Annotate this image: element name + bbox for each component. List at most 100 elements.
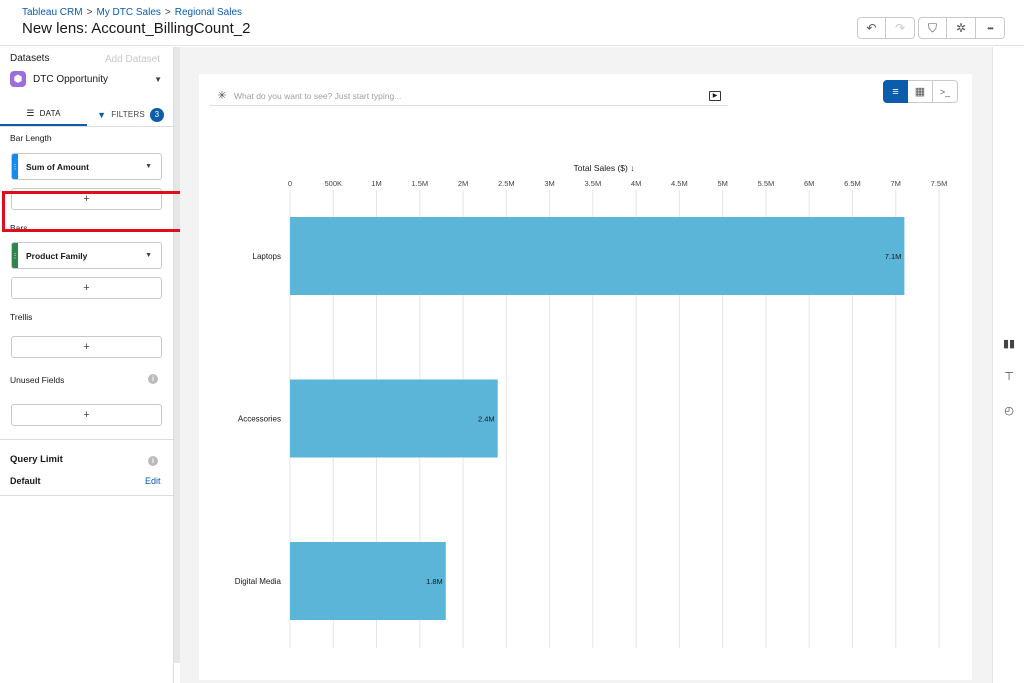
breadcrumb-link-tableau-crm[interactable]: Tableau CRM [22,7,83,18]
x-tick-label: 7.5M [931,179,948,188]
x-tick-label: 5.5M [758,179,775,188]
bar-digital-media[interactable] [290,542,446,620]
tab-data-label: DATA [39,109,61,118]
bar-length-label: Bar Length [10,133,52,143]
lens-actions-group: ⛉ ✲ ••• [918,17,1005,39]
x-tick-label: 1M [371,179,381,188]
redo-button[interactable]: ↷ [886,17,915,39]
breadcrumb-separator: > [86,7,93,18]
dataset-selector[interactable]: ⬢ DTC Opportunity ▼ [10,69,162,89]
panel-tabs: ☰ DATA ▼ FILTERS 3 [0,103,174,127]
lens-header: Tableau CRM > My DTC Sales > Regional Sa… [0,0,1024,46]
bars-field[interactable]: ⋮ Product Family ▼ [11,242,162,269]
add-icon: + [83,409,90,421]
bar-length-field-name: Sum of Amount [26,161,89,172]
x-tick-label: 4M [631,179,641,188]
terminal-icon: >_ [939,86,951,97]
x-tick-label: 4.5M [671,179,688,188]
x-tick-label: 500K [325,179,343,188]
x-tick-label: 2.5M [498,179,515,188]
add-grouping-button[interactable]: + [11,277,162,299]
chart-format-icon[interactable]: ▮▮ [1003,337,1015,350]
right-toolbar [992,47,1024,683]
add-trellis-button[interactable]: + [11,336,162,358]
table-view-button[interactable]: ▦ [908,80,933,103]
bars-field-name: Product Family [26,250,88,261]
paint-roller-icon[interactable]: ⊤ [1003,370,1015,383]
bar-chart: Total Sales ($) ↓ 0 500K 1M 1.5M 2M 2.5M 3M 3.5… [235,163,948,648]
filters-count-badge: 3 [149,107,164,122]
save-button[interactable]: ⛉ [918,17,947,39]
add-icon: + [83,282,90,294]
tab-filters-label: FILTERS [111,110,145,119]
chevron-down-icon: ▼ [154,74,162,84]
settings-icon: ✲ [955,21,967,35]
x-tick-label: 0 [288,179,292,188]
datasets-label: Datasets [10,53,50,64]
x-tick-label: 2M [458,179,468,188]
x-tick-label: 6.5M [844,179,861,188]
search-input[interactable]: What do you want to see? Just start typi… [234,91,709,101]
divider [0,495,174,496]
field-panel: Datasets Add Dataset ⬢ DTC Opportunity ▼… [0,47,174,683]
category-label[interactable]: Accessories [238,415,281,424]
redo-icon: ↷ [894,21,906,35]
info-icon[interactable]: i [148,456,158,466]
breadcrumb-link-regional-sales[interactable]: Regional Sales [175,7,242,18]
data-label: 1.8M [426,577,443,586]
x-tick-label: 7M [891,179,901,188]
category-label[interactable]: Digital Media [235,577,282,586]
x-tick-label: 3M [544,179,554,188]
more-icon: ••• [987,23,993,33]
chevron-down-icon[interactable]: ▼ [145,252,152,259]
save-icon: ⛉ [927,20,937,35]
dataset-name: DTC Opportunity [33,73,109,85]
add-icon: + [83,341,90,353]
undo-icon: ↶ [866,21,877,35]
chart-view-button[interactable]: ≡ [883,80,908,103]
bar-length-field[interactable]: ⋮ Sum of Amount ▼ [11,153,162,180]
dataset-icon: ⬢ [10,71,26,87]
list-icon: ☰ [26,108,35,118]
breadcrumb-separator: > [164,7,171,18]
page-title: New lens: Account_BillingCount_2 [22,20,251,37]
annotation-highlight-box [2,191,203,232]
chart-title[interactable]: Total Sales ($) ↓ [574,163,635,173]
breadcrumb: Tableau CRM > My DTC Sales > Regional Sa… [22,7,242,18]
bar-chart-icon: ≡ [892,85,899,98]
x-tick-label: 6M [804,179,814,188]
tab-filters[interactable]: ▼ FILTERS 3 [87,103,174,126]
category-label[interactable]: Laptops [253,252,281,261]
query-view-button[interactable]: >_ [933,80,958,103]
data-label: 2.4M [478,415,495,424]
query-limit-edit-link[interactable]: Edit [145,476,161,486]
chevron-down-icon[interactable]: ▼ [145,163,152,170]
x-tick-label: 3.5M [585,179,602,188]
x-tick-label: 1.5M [411,179,428,188]
view-mode-group: ≡ ▦ >_ [883,80,958,103]
more-actions-button[interactable]: ••• [976,17,1005,39]
dimension-drag-handle-icon[interactable]: ⋮ [12,243,19,268]
history-icon[interactable]: ◴ [1003,404,1015,417]
sparkle-icon: ✳ [217,90,227,102]
settings-button[interactable]: ✲ [947,17,976,39]
tab-data[interactable]: ☰ DATA [0,103,87,126]
breadcrumb-link-my-dtc-sales[interactable]: My DTC Sales [96,7,160,18]
divider [0,439,174,440]
unused-fields-label: Unused Fields [10,375,65,385]
bar-laptops[interactable] [290,217,905,295]
query-limit-value: Default [10,476,41,486]
add-unused-field-button[interactable]: + [11,404,162,426]
info-icon[interactable]: i [148,374,158,384]
data-label: 7.1M [885,252,902,261]
measure-drag-handle-icon[interactable]: ⋮ [12,154,19,179]
undo-redo-group: ↶ ↷ [857,17,915,39]
trellis-label: Trellis [10,312,33,322]
filter-icon: ▼ [97,109,107,120]
undo-button[interactable]: ↶ [857,17,886,39]
add-dataset-link[interactable]: Add Dataset [105,54,160,65]
play-icon[interactable]: ▶ [709,90,721,101]
search-bar[interactable]: ✳ What do you want to see? Just start ty… [210,86,728,106]
query-limit-label: Query Limit [10,454,63,465]
bar-accessories[interactable] [290,379,498,458]
